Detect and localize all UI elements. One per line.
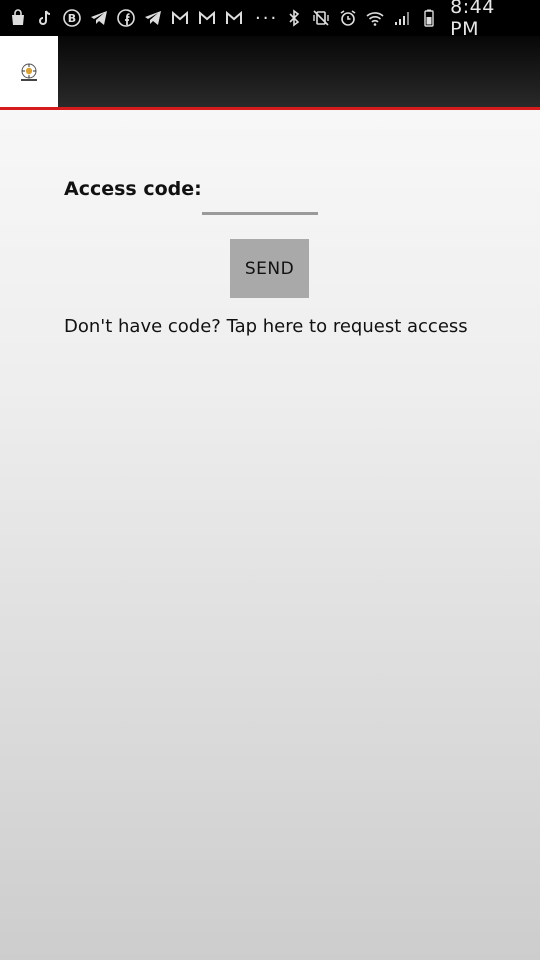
access-code-label: Access code: (64, 178, 202, 200)
wifi-icon (365, 8, 385, 28)
telegram-icon (89, 8, 109, 28)
request-access-link[interactable]: Don't have code? Tap here to request acc… (64, 316, 468, 337)
gmail-icon (170, 8, 190, 28)
svg-text:B: B (68, 12, 76, 25)
vibrate-mute-icon (311, 8, 331, 28)
notification-icons: B ··· (0, 8, 284, 29)
send-button[interactable]: SEND (230, 239, 309, 298)
access-code-input[interactable] (202, 180, 318, 215)
gmail-icon (197, 8, 217, 28)
more-notifications-indicator: ··· (255, 7, 279, 29)
app-logo-icon (21, 63, 37, 81)
app-bar (0, 36, 540, 108)
b-circle-icon: B (62, 8, 82, 28)
alarm-icon (338, 8, 358, 28)
app-logo[interactable] (0, 36, 58, 108)
clock: 8:44 PM (450, 0, 495, 40)
facebook-icon (116, 8, 136, 28)
system-icons: 8:44 PM (284, 0, 540, 40)
app-bar-accent-line (0, 107, 540, 110)
battery-icon (419, 8, 439, 28)
tiktok-icon (35, 8, 55, 28)
gmail-icon (224, 8, 244, 28)
status-bar: B ··· 8:44 PM (0, 0, 540, 40)
shopping-bag-icon (8, 8, 28, 28)
telegram-icon (143, 8, 163, 28)
signal-icon (392, 8, 412, 28)
bluetooth-icon (284, 8, 304, 28)
